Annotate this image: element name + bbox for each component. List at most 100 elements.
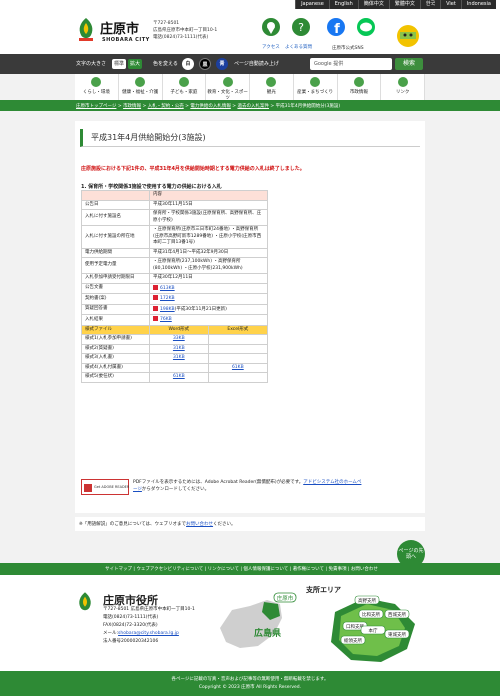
pdf-link[interactable]: 172KB [160, 296, 175, 301]
language-link[interactable]: 簡体中文 [357, 0, 389, 9]
adobe-badge-text: Get ADOBE READER [94, 485, 130, 489]
facebook-icon[interactable]: f [327, 18, 345, 37]
row-label: 入札に付す施設の所在地 [81, 225, 150, 249]
footer-nav-link[interactable]: お問い合わせ [351, 567, 378, 572]
search-button[interactable]: 検索 [395, 58, 423, 70]
footer-mail-line: メール:shobara@city.shobara.lg.jp [103, 630, 195, 638]
font-enlarge-button[interactable]: 拡大 [128, 59, 142, 69]
area-label[interactable]: 西城支所 [388, 611, 406, 618]
color-white-button[interactable]: 白 [182, 58, 194, 70]
footer-nav-link[interactable]: 著作権について [293, 567, 324, 572]
gnav-icon [222, 77, 233, 87]
form-word-link[interactable]: 31KB [173, 346, 185, 351]
footer-mail-link[interactable]: shobara@city.shobara.lg.jp [118, 631, 179, 636]
area-label[interactable]: 総領支所 [344, 637, 362, 644]
pdf-icon [153, 295, 158, 300]
gnav-label: 観光 [266, 90, 276, 95]
footer-logo-icon [79, 592, 91, 611]
area-label[interactable]: 高野支所 [358, 597, 376, 604]
area-label[interactable]: 本庁 [369, 627, 378, 634]
font-standard-button[interactable]: 標準 [112, 59, 126, 69]
gnav-item[interactable]: くらし・環境 [75, 74, 119, 100]
form-excel-cell: 61KB [207, 362, 269, 373]
form-label: 様式3(入札書) [81, 353, 150, 364]
area-label[interactable]: 比和支所 [362, 611, 380, 618]
form-excel-cell [207, 334, 269, 345]
form-word-link[interactable]: 31KB [173, 355, 185, 360]
form-excel-link[interactable]: 61KB [232, 365, 244, 370]
form-word-cell: 33KB [149, 334, 209, 345]
doc-row: 契約書(案) 172KB [81, 293, 268, 305]
adobe-reader-badge[interactable]: Get ADOBE READER [81, 479, 129, 495]
footer-nav-link[interactable]: サイトマップ [105, 567, 132, 572]
footnote: ※「用語解説」のご意見については、ウェブリオまでお問い合わせください。 [75, 517, 425, 531]
table-row: 公告日 平成30年11月15日 [81, 199, 268, 210]
form-word-link[interactable]: 61KB [173, 374, 185, 379]
row-label: 公告日 [81, 199, 150, 210]
table-header-empty [81, 190, 150, 201]
language-link[interactable]: 한국 [419, 0, 441, 9]
breadcrumb-separator: > [268, 104, 276, 109]
language-link[interactable]: Indonesia [460, 0, 496, 9]
city-name[interactable]: 庄原市 [100, 18, 139, 37]
doc-extra: (平成30年11月21日更新) [174, 306, 227, 312]
adobe-note: PDFファイルを表示するためには、Adobe Acrobat Reader(無償… [133, 479, 363, 493]
autoread-button[interactable]: ページ自動読み上げ [234, 60, 279, 67]
row-value: 保育所・学校関係3施設(庄原保育所、高野保育所、庄原小学校) [149, 209, 268, 226]
gnav-item[interactable]: 観光 [250, 74, 294, 100]
search-input[interactable]: Google 提供 [310, 58, 392, 70]
footer-nav-link[interactable]: リンクについて [208, 567, 239, 572]
language-link[interactable]: Japanese [295, 0, 329, 9]
forms-header-cell: Excel形式 [207, 324, 269, 335]
access-icon[interactable] [262, 18, 280, 36]
faq-icon[interactable]: ? [292, 18, 310, 36]
breadcrumb-link[interactable]: 電力供給の入札情報 [190, 104, 231, 109]
line-icon[interactable] [357, 18, 375, 36]
row-value: ・庄原保育所(237,100kWh) ・高野保育所(80,100kWh) ・庄原… [149, 257, 268, 274]
pdf-link[interactable]: 76KB [160, 317, 172, 322]
language-link[interactable]: Viet [440, 0, 461, 9]
breadcrumb-link[interactable]: 入札・契約・公売 [148, 104, 184, 109]
table-row: 入札に付す施設名 保育所・学校関係3施設(庄原保育所、高野保育所、庄原小学校) [81, 209, 268, 226]
breadcrumb-bar: 庄原市トップページ > 市政情報 > 入札・契約・公売 > 電力供給の入札情報 … [0, 100, 500, 111]
global-nav: くらし・環境 健康・福祉・介護 子ども・家庭 教育・文化・スポーツ観光 産業・まちづくり… [75, 74, 425, 101]
form-row: 様式4(入札付属書) 61KB [81, 362, 269, 373]
breadcrumb: 庄原市トップページ > 市政情報 > 入札・契約・公売 > 電力供給の入札情報 … [76, 103, 340, 109]
footer-address: 〒727-8501 広島県庄原市中本町一丁目10-1 [103, 607, 195, 612]
faq-label[interactable]: よくある質問 [285, 44, 312, 50]
gnav-item[interactable]: 産業・まちづくり [294, 74, 338, 100]
color-blue-button[interactable]: 青 [216, 58, 228, 70]
map-city-label: 庄原市 [277, 594, 294, 602]
color-black-button[interactable]: 黒 [199, 58, 211, 70]
area-label[interactable]: 東城支所 [388, 631, 406, 638]
header-postal: 〒727-8501 [153, 21, 180, 26]
doc-label: 入札結果 [81, 314, 150, 326]
doc-cell: 172KB [149, 293, 268, 305]
access-label[interactable]: アクセス [262, 44, 280, 50]
row-label: 入札参加申請受付期限日 [81, 273, 150, 284]
gnav-item[interactable]: 健康・福祉・介護 [119, 74, 163, 100]
copyright-bar: 各ページに記載の写真・音声および記事等の無断使用・無断転載を禁じます。 Copy… [0, 671, 500, 696]
footer-nav-link[interactable]: 個人情報保護について [243, 567, 288, 572]
language-link[interactable]: English [328, 0, 358, 9]
contact-link[interactable]: お問い合わせ [186, 522, 213, 527]
pdf-link[interactable]: 198KB [160, 307, 175, 312]
breadcrumb-link[interactable]: 過去の入札案件 [237, 104, 269, 109]
branch-area-map: 高野支所比和支所 西城支所口和支所東城支所総領支所本庁 [331, 595, 415, 662]
gnav-item[interactable]: 市政情報 [338, 74, 382, 100]
footer-nav-link[interactable]: ウェブアクセシビリティについて [136, 567, 203, 572]
footnote-tail: ください。 [213, 522, 236, 527]
breadcrumb-link[interactable]: 庄原市トップページ [76, 104, 116, 109]
pdf-link[interactable]: 613KB [160, 286, 175, 291]
language-link[interactable]: 繁體中文 [388, 0, 420, 9]
city-logo-icon[interactable] [76, 17, 96, 43]
gnav-item[interactable]: 子ども・家庭 [163, 74, 207, 100]
breadcrumb-link[interactable]: 市政情報 [123, 104, 141, 109]
gnav-item[interactable]: 教育・文化・スポーツ [206, 74, 250, 101]
form-word-link[interactable]: 33KB [173, 336, 185, 341]
copyright-line1: 各ページに記載の写真・音声および記事等の無断使用・無断転載を禁じます。 [171, 677, 329, 682]
footer-nav-link[interactable]: 免責事項 [328, 567, 346, 572]
site-footer: 庄原市役所 〒727-8501 広島県庄原市中本町一丁目10-1 電話(0824… [0, 575, 500, 671]
gnav-item[interactable]: リンク [381, 74, 425, 100]
breadcrumb-separator: > [141, 104, 148, 109]
